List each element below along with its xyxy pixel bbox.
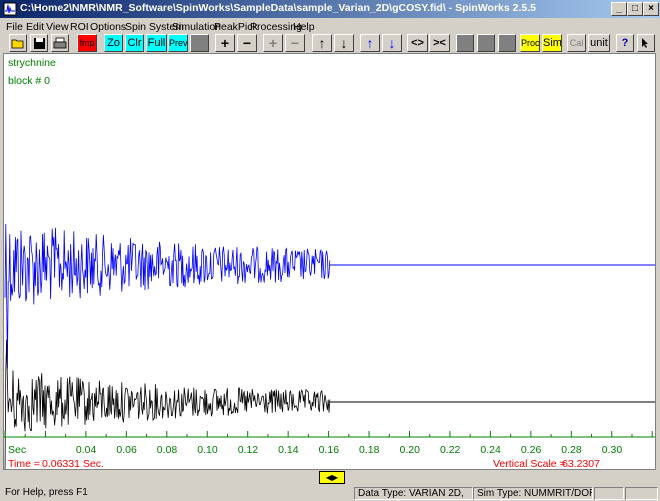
tick-label: 0.12 bbox=[237, 444, 259, 456]
fmp-button[interactable]: fmp bbox=[77, 34, 97, 52]
decrease-button[interactable]: − bbox=[237, 34, 257, 52]
open-folder-button[interactable] bbox=[9, 34, 27, 52]
status-pane-4 bbox=[625, 487, 658, 500]
gray-tool-2-button[interactable] bbox=[477, 34, 495, 52]
pointer-help-icon bbox=[642, 38, 648, 48]
proc-button[interactable]: Proc bbox=[520, 34, 540, 52]
maximize-button[interactable]: □ bbox=[627, 2, 643, 16]
fid-plot-area[interactable]: strychnine block # 0 Sec 0.04 0.06 0.08 0.1… bbox=[3, 53, 656, 470]
real-fid-trace bbox=[4, 223, 655, 369]
zoom-button[interactable]: Zo bbox=[104, 34, 123, 52]
expand-button[interactable]: <> bbox=[407, 34, 428, 52]
window-title: C:\Home2\NMR\NMR_Software\SpinWorks\Samp… bbox=[20, 2, 537, 14]
horizontal-scrollbar[interactable]: ◀▶ bbox=[3, 470, 656, 486]
prev-button[interactable]: Prev bbox=[168, 34, 188, 52]
tick-label: 0.06 bbox=[116, 444, 137, 456]
decrease-2-button[interactable]: − bbox=[285, 34, 305, 52]
increase-2-button[interactable]: + bbox=[263, 34, 283, 52]
scale-up-button[interactable]: ↑ bbox=[312, 34, 332, 52]
clear-button[interactable]: Clr bbox=[125, 34, 144, 52]
menu-help[interactable]: Help bbox=[293, 21, 315, 33]
menu-options[interactable]: Options bbox=[90, 21, 126, 33]
gray-tool-1-button[interactable] bbox=[456, 34, 474, 52]
time-axis bbox=[4, 431, 655, 438]
vertical-scale-value: 63.2307 bbox=[562, 458, 600, 470]
tick-label: 0.24 bbox=[480, 444, 501, 456]
vertical-scale-label: Vertical Scale = bbox=[493, 458, 566, 470]
context-help-button[interactable] bbox=[637, 34, 655, 52]
tick-label: 0.10 bbox=[197, 444, 218, 456]
tick-label: 0.28 bbox=[561, 444, 582, 456]
blank-tool-button[interactable] bbox=[190, 34, 209, 52]
tick-label: 0.20 bbox=[399, 444, 420, 456]
increase-button[interactable]: + bbox=[215, 34, 235, 52]
unit-button[interactable]: unit bbox=[588, 34, 610, 52]
tick-label: 0.26 bbox=[520, 444, 542, 456]
scroll-thumb[interactable]: ◀▶ bbox=[319, 471, 345, 484]
tick-label: 0.18 bbox=[359, 444, 380, 456]
save-button[interactable] bbox=[30, 34, 48, 52]
tick-label: 0.14 bbox=[278, 444, 299, 456]
app-icon bbox=[3, 2, 17, 16]
tick-label: 0.08 bbox=[156, 444, 178, 456]
open-folder-icon bbox=[11, 39, 24, 49]
menu-roi[interactable]: ROI bbox=[70, 21, 89, 33]
shift-down-button[interactable]: ↓ bbox=[382, 34, 402, 52]
contract-button[interactable]: >< bbox=[429, 34, 450, 52]
trace-real-signal bbox=[4, 223, 331, 369]
time-readout-label: Time = bbox=[8, 458, 40, 470]
save-disk-icon bbox=[33, 38, 45, 49]
title-bar: C:\Home2\NMR\NMR_Software\SpinWorks\Samp… bbox=[0, 0, 660, 18]
time-readout-value: 0.06331 Sec. bbox=[42, 458, 104, 470]
help-button[interactable]: ? bbox=[616, 34, 634, 52]
menu-file[interactable]: File bbox=[6, 21, 23, 33]
tick-label: 0.04 bbox=[75, 444, 97, 456]
full-button[interactable]: Full bbox=[146, 34, 167, 52]
status-bar: For Help, press F1 Data Type: VARIAN 2D,… bbox=[0, 486, 660, 501]
status-sim-type: Sim Type: NUMMRIT/DOR bbox=[473, 487, 593, 500]
sim-button[interactable]: Sim bbox=[542, 34, 562, 52]
tick-label: 0.22 bbox=[439, 444, 461, 456]
fid-trace bbox=[4, 223, 655, 469]
shift-up-button[interactable]: ↑ bbox=[360, 34, 380, 52]
minimize-button[interactable]: _ bbox=[611, 2, 627, 16]
print-button[interactable] bbox=[51, 34, 69, 52]
status-pane-3 bbox=[594, 487, 624, 500]
scale-down-button[interactable]: ↓ bbox=[334, 34, 354, 52]
axis-unit-label: Sec bbox=[8, 444, 27, 456]
menu-view[interactable]: View bbox=[46, 21, 69, 33]
tick-label: 0.16 bbox=[318, 444, 340, 456]
help-icon: ? bbox=[621, 37, 629, 49]
close-button[interactable]: × bbox=[643, 2, 659, 16]
cal-button[interactable]: Cal bbox=[567, 34, 586, 52]
tick-label: 0.30 bbox=[601, 444, 623, 456]
menu-edit[interactable]: Edit bbox=[26, 21, 44, 33]
gray-tool-3-button[interactable] bbox=[498, 34, 516, 52]
status-data-type: Data Type: VARIAN 2D, bbox=[354, 487, 473, 500]
status-help: For Help, press F1 bbox=[5, 487, 88, 498]
printer-icon bbox=[53, 37, 67, 49]
